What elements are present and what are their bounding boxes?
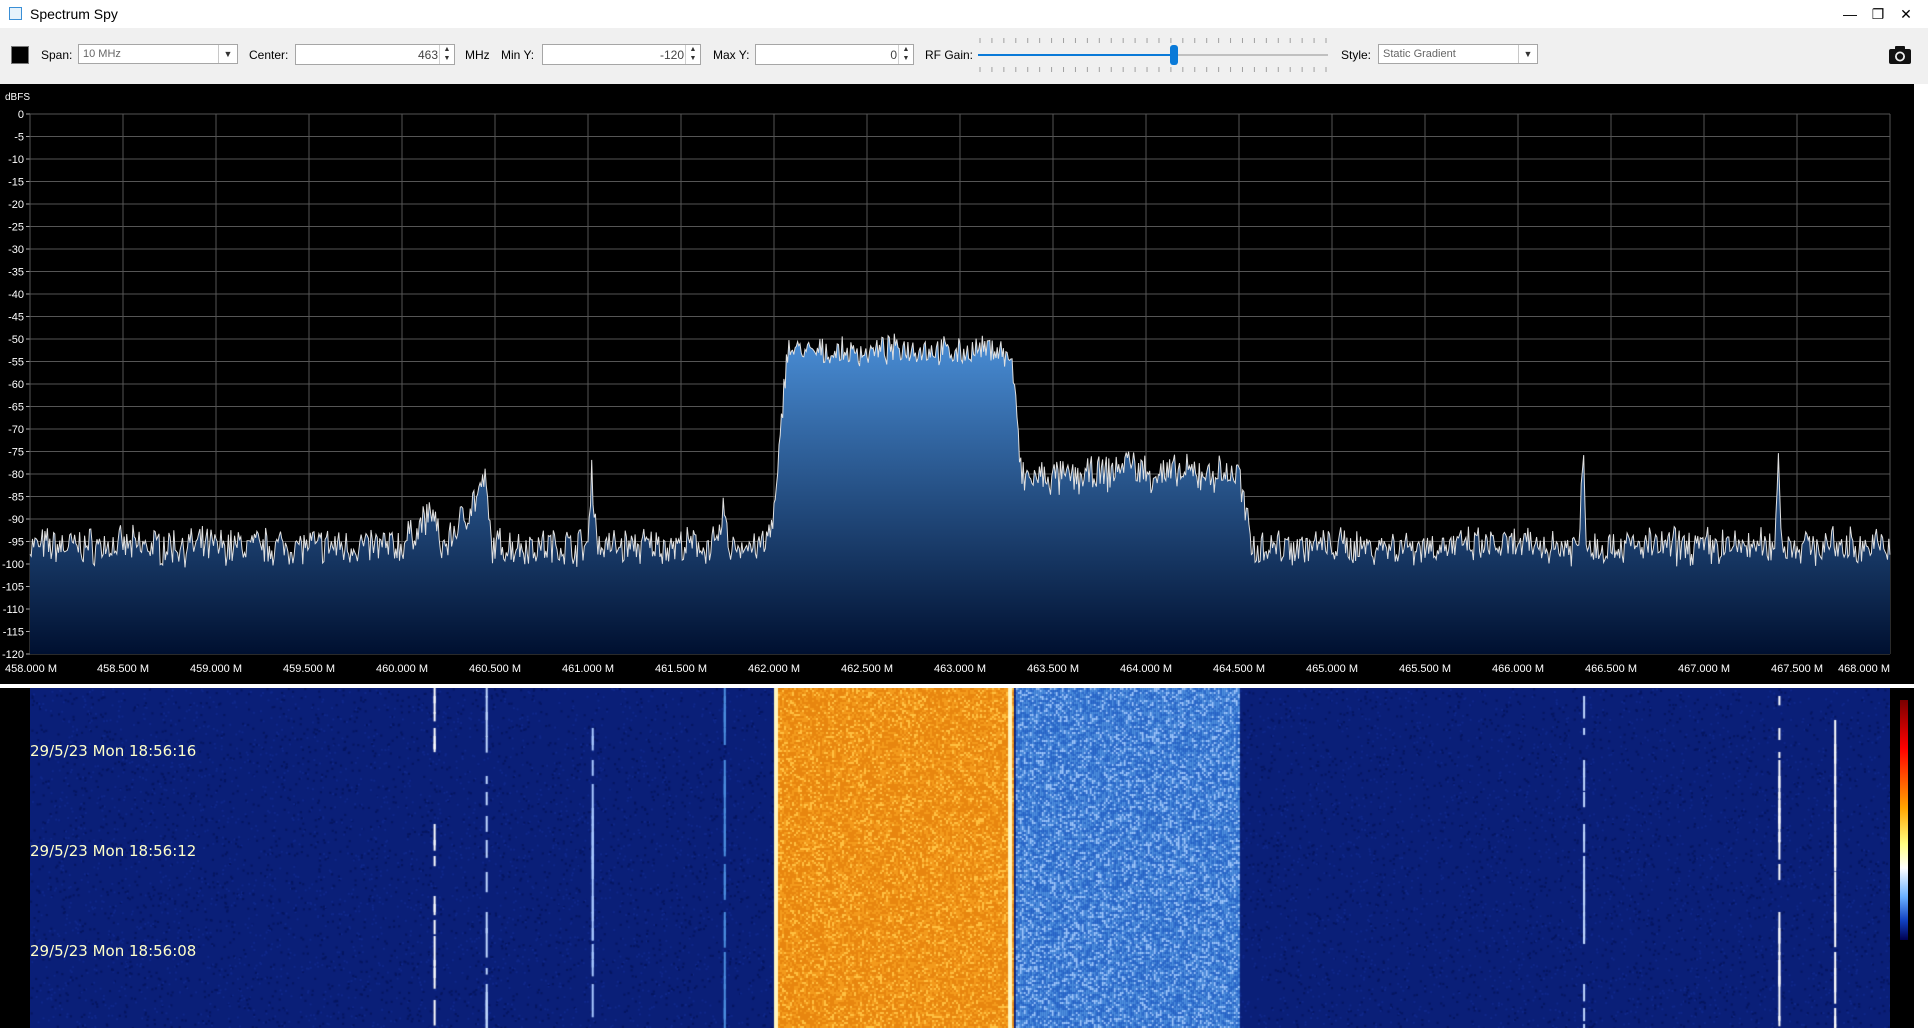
x-tick-label: 458.500 M: [97, 663, 149, 675]
x-tick-label: 462.500 M: [841, 663, 893, 675]
x-tick-label: 466.000 M: [1492, 663, 1544, 675]
center-value: 463: [417, 48, 438, 62]
y-tick-label: -10: [8, 154, 24, 166]
x-tick-label: 460.500 M: [469, 663, 521, 675]
x-tick-label: 465.500 M: [1399, 663, 1451, 675]
y-tick-label: -95: [8, 537, 24, 549]
span-label: Span:: [41, 48, 73, 62]
x-tick-label: 459.000 M: [190, 663, 242, 675]
center-unit-label: MHz: [465, 48, 490, 62]
style-label: Style:: [1341, 48, 1372, 62]
spin-arrows-icon[interactable]: ▲ ▼: [898, 45, 913, 64]
waterfall-display[interactable]: 29/5/23 Mon 18:56:16 29/5/23 Mon 18:56:1…: [0, 688, 1928, 1028]
app-icon: [9, 7, 22, 20]
spin-arrows-icon[interactable]: ▲ ▼: [685, 45, 700, 64]
y-tick-label: -90: [8, 514, 24, 526]
rf-gain-slider[interactable]: [978, 36, 1328, 76]
title-bar: Spectrum Spy — ❐ ✕: [0, 0, 1928, 28]
x-tick-label: 466.500 M: [1585, 663, 1637, 675]
x-tick-label: 468.000 M: [1838, 663, 1890, 675]
style-select[interactable]: Static Gradient ▼: [1378, 44, 1538, 64]
y-tick-label: 0: [18, 109, 24, 121]
close-button[interactable]: ✕: [1894, 3, 1918, 25]
y-tick-label: -15: [8, 177, 24, 189]
y-tick-label: -110: [3, 604, 24, 616]
x-tick-label: 467.500 M: [1771, 663, 1823, 675]
x-tick-label: 462.000 M: [748, 663, 800, 675]
rf-gain-label: RF Gain:: [925, 48, 974, 62]
max-y-label: Max Y:: [713, 48, 750, 62]
max-y-value: 0: [890, 48, 897, 62]
max-y-input[interactable]: 0 ▲ ▼: [755, 44, 914, 65]
x-tick-label: 458.000 M: [5, 663, 57, 675]
x-tick-label: 465.000 M: [1306, 663, 1358, 675]
min-y-input[interactable]: -120 ▲ ▼: [542, 44, 701, 65]
x-tick-label: 461.500 M: [655, 663, 707, 675]
x-tick-label: 464.500 M: [1213, 663, 1265, 675]
min-y-label: Min Y:: [501, 48, 535, 62]
y-tick-label: -115: [3, 627, 24, 639]
y-tick-label: -20: [8, 199, 24, 211]
x-tick-label: 463.500 M: [1027, 663, 1079, 675]
y-tick-label: -65: [8, 402, 24, 414]
x-tick-label: 460.000 M: [376, 663, 428, 675]
y-tick-label: -85: [8, 492, 24, 504]
x-tick-label: 467.000 M: [1678, 663, 1730, 675]
minimize-button[interactable]: —: [1838, 3, 1862, 25]
span-value: 10 MHz: [83, 48, 121, 60]
x-tick-label: 461.000 M: [562, 663, 614, 675]
x-tick-labels: 458.000 M 458.500 M 459.000 M 459.500 M 460.…: [5, 663, 1890, 675]
chevron-down-icon: ▼: [1518, 45, 1537, 63]
y-tick-label: -80: [8, 469, 24, 481]
y-tick-label: -70: [8, 424, 24, 436]
y-tick-label: -120: [2, 649, 24, 661]
y-tick-label: -60: [8, 379, 24, 391]
y-tick-label: -35: [8, 267, 24, 279]
vertical-scrollbar[interactable]: [1914, 84, 1928, 1028]
style-value: Static Gradient: [1383, 48, 1456, 60]
color-scale-bar: [1900, 700, 1908, 940]
y-tick-labels: 0 -5 -10 -15 -20 -25 -30 -35 -40 -45 -50 -55 -60 -65 -…: [2, 109, 24, 661]
waterfall-timestamp: 29/5/23 Mon 18:56:12: [30, 842, 197, 860]
restore-button[interactable]: ❐: [1866, 3, 1890, 25]
center-input[interactable]: 463 ▲ ▼: [295, 44, 455, 65]
toolbar: Span: 10 MHz ▼ Center: 463 ▲ ▼ MHz Min Y:…: [0, 28, 1928, 84]
spin-arrows-icon[interactable]: ▲ ▼: [439, 45, 454, 64]
x-tick-label: 464.000 M: [1120, 663, 1172, 675]
x-tick-label: 463.000 M: [934, 663, 986, 675]
y-tick-label: -75: [8, 447, 24, 459]
y-tick-label: -30: [8, 244, 24, 256]
y-tick-label: -5: [14, 132, 24, 144]
spectrum-plot[interactable]: dBFS 0 -5 -10 -15 -20 -25 -30 -35 -40 -45 -50 -55 -6…: [0, 84, 1928, 684]
slider-fill: [978, 54, 1174, 56]
x-tick-label: 459.500 M: [283, 663, 335, 675]
spectrum-chart: dBFS 0 -5 -10 -15 -20 -25 -30 -35 -40 -45 -50 -55 -6…: [2, 92, 1891, 675]
y-tick-label: -40: [8, 289, 24, 301]
waterfall-canvas: [30, 688, 1890, 1028]
center-label: Center:: [249, 48, 289, 62]
y-tick-label: -55: [8, 357, 24, 369]
waterfall-timestamp: 29/5/23 Mon 18:56:08: [30, 942, 197, 960]
slider-thumb[interactable]: [1170, 45, 1178, 65]
window-title: Spectrum Spy: [30, 6, 118, 22]
min-y-value: -120: [659, 48, 684, 62]
y-tick-label: -50: [8, 334, 24, 346]
color-swatch-button[interactable]: [11, 46, 29, 64]
chevron-down-icon: ▼: [218, 45, 237, 63]
y-tick-label: -45: [8, 312, 24, 324]
waterfall-timestamp: 29/5/23 Mon 18:56:16: [30, 742, 197, 760]
y-tick-label: -25: [8, 222, 24, 234]
camera-icon[interactable]: [1887, 42, 1913, 68]
y-tick-label: -105: [2, 582, 24, 594]
y-axis-label: dBFS: [5, 92, 30, 103]
y-tick-label: -100: [2, 559, 24, 571]
span-select[interactable]: 10 MHz ▼: [78, 44, 238, 64]
